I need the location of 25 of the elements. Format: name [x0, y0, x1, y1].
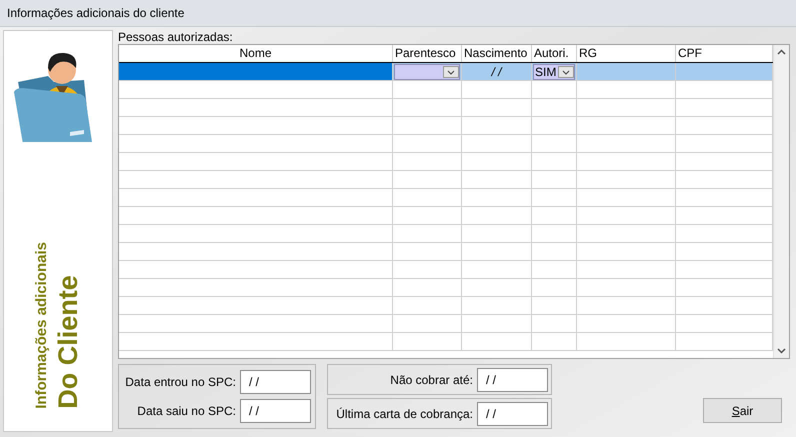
- date-field[interactable]: / /: [477, 402, 548, 426]
- dropdown[interactable]: [394, 64, 460, 80]
- window-title: Informações adicionais do cliente: [7, 5, 184, 22]
- dropdown[interactable]: SIM: [533, 64, 575, 80]
- date-field[interactable]: / /: [477, 368, 548, 392]
- column-header[interactable]: Nome: [119, 45, 393, 62]
- grid-label: Pessoas autorizadas:: [118, 30, 234, 44]
- grid-row[interactable]: / / SIM: [119, 63, 773, 81]
- field-label: Não cobrar até:: [390, 372, 473, 388]
- column-header[interactable]: Autori.: [532, 45, 577, 62]
- sidebar-title: Do Cliente: [53, 274, 83, 409]
- field-label: Última carta de cobrança:: [336, 406, 473, 422]
- scrollbar[interactable]: [773, 45, 789, 358]
- date-field[interactable]: / /: [240, 399, 311, 423]
- field-label: Data saiu no SPC:: [137, 403, 236, 420]
- column-header[interactable]: RG: [577, 45, 676, 62]
- column-header[interactable]: Parentesco: [393, 45, 462, 62]
- table-cell-text: / /: [490, 64, 504, 80]
- field-label: Data entrou no SPC:: [125, 374, 236, 391]
- date-field[interactable]: / /: [240, 370, 311, 394]
- scroll-up-icon[interactable]: [777, 49, 786, 55]
- scroll-down-icon[interactable]: [777, 348, 786, 354]
- column-header[interactable]: Nascimento: [462, 45, 532, 62]
- exit-button[interactable]: Sair: [703, 398, 782, 423]
- sidebar-subtitle: Informações adicionais: [33, 242, 51, 409]
